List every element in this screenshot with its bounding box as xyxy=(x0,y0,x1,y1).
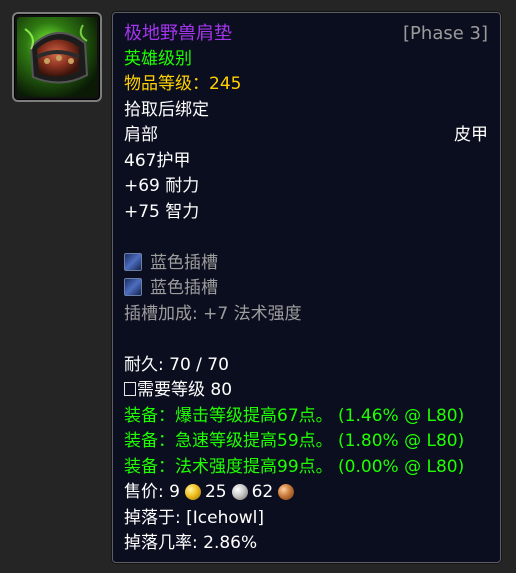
checkbox-icon xyxy=(124,382,136,396)
copper-amount: 62 xyxy=(251,482,274,502)
drop-source: 掉落于: [Icehowl] xyxy=(124,507,265,528)
socket-row: 蓝色插槽 xyxy=(124,276,488,302)
drop-rate: 掉落几率: 2.86% xyxy=(124,533,258,553)
slot-row: 肩部 皮甲 xyxy=(124,123,488,149)
blue-socket-icon xyxy=(124,252,142,271)
gold-coin-icon xyxy=(184,484,201,500)
item-icon-frame[interactable] xyxy=(12,12,102,102)
socket-row: 蓝色插槽 xyxy=(124,251,488,277)
equip-effect-crit: 装备：爆击等级提高67点。 (1.46% @ L80) xyxy=(124,405,465,426)
item-quality: 英雄级别 xyxy=(124,48,192,69)
slot-label: 肩部 xyxy=(124,125,158,145)
shoulder-armor-icon xyxy=(17,17,97,97)
item-name[interactable]: 极地野兽肩垫 xyxy=(124,23,232,44)
gold-amount: 9 xyxy=(169,482,180,502)
binding-text: 拾取后绑定 xyxy=(124,99,209,120)
title-row: 极地野兽肩垫 [Phase 3] xyxy=(124,21,488,47)
copper-coin-icon xyxy=(278,484,295,500)
armor-type-label: 皮甲 xyxy=(454,125,488,145)
blue-socket-icon xyxy=(124,278,142,296)
item-level-label: 物品等级： xyxy=(124,74,209,94)
armor-value: 467护甲 xyxy=(124,150,191,171)
durability: 耐久: 70 / 70 xyxy=(124,354,229,375)
socket-label: 蓝色插槽 xyxy=(150,278,218,298)
socket-bonus: 插槽加成: +7 法术强度 xyxy=(124,303,302,324)
silver-amount: 25 xyxy=(204,482,227,502)
phase-label: [Phase 3] xyxy=(403,23,488,44)
sell-price-label: 售价: xyxy=(124,482,170,502)
sell-price-row: 售价: 9 25 62 xyxy=(124,480,488,506)
required-level-row: 需要等级 80 xyxy=(124,378,488,404)
item-level-value: 245 xyxy=(209,74,242,94)
required-level: 需要等级 80 xyxy=(137,380,233,400)
silver-coin-icon xyxy=(231,484,248,500)
stat-intellect: +75 智力 xyxy=(124,201,200,222)
equip-effect-spellpower: 装备：法术强度提高99点。 (0.00% @ L80) xyxy=(124,456,465,477)
item-level-row: 物品等级：245 xyxy=(124,72,488,98)
stat-stamina: +69 耐力 xyxy=(124,176,200,196)
item-tooltip: 极地野兽肩垫 [Phase 3] 英雄级别 物品等级：245 拾取后绑定 肩部 … xyxy=(112,12,501,563)
socket-label: 蓝色插槽 xyxy=(150,252,218,273)
equip-effect-haste: 装备：急速等级提高59点。 (1.80% @ L80) xyxy=(124,431,465,451)
